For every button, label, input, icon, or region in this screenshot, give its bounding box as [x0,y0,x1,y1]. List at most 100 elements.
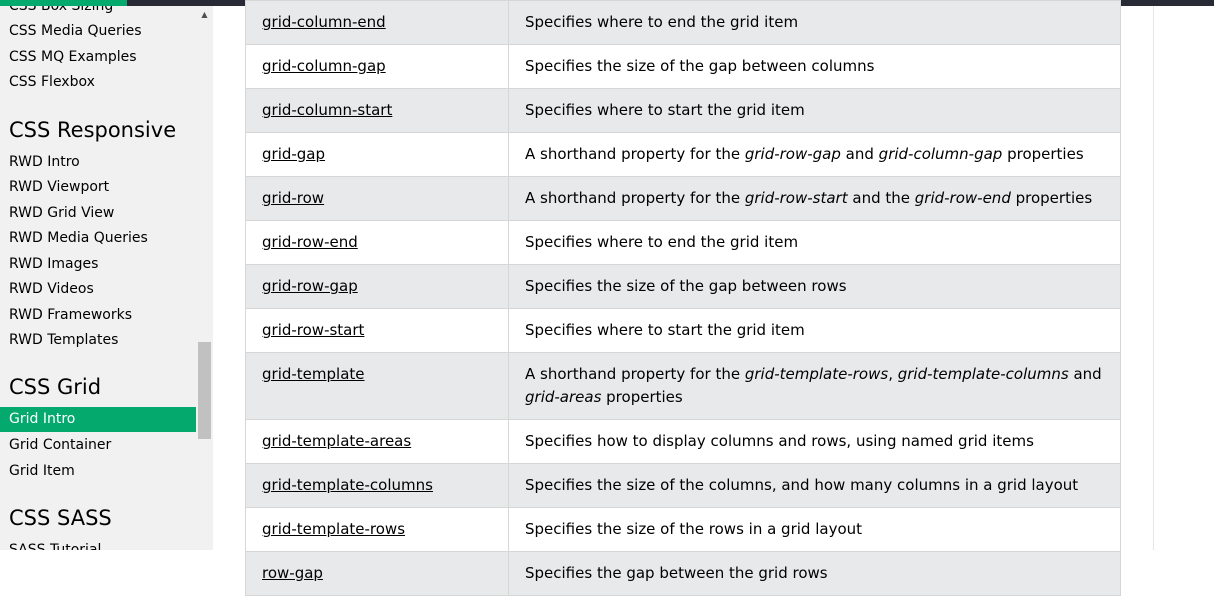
property-link[interactable]: grid-column-start [262,101,392,119]
table-row: grid-row-gap Specifies the size of the ga… [245,264,1121,309]
sidebar-item-sass-tutorial[interactable]: SASS Tutorial [0,538,196,550]
property-cell: grid-template-columns [245,463,509,508]
description-text: Specifies where to start the grid item [525,101,805,119]
sidebar-heading-css-sass: CSS SASS [9,506,112,530]
property-cell: grid-template [245,352,509,420]
grid-properties-table: grid-column-end Specifies where to end th… [245,0,1121,596]
description-text: Specifies where to end the grid item [525,13,799,31]
property-link[interactable]: grid-column-gap [262,57,386,75]
property-cell: grid-column-end [245,0,509,45]
sidebar-scrollbar[interactable]: ▲ [196,6,213,550]
property-link[interactable]: grid-gap [262,145,325,163]
description-text: A shorthand property for the [525,189,745,207]
description-text: properties [1002,145,1084,163]
property-reference: grid-row-start [744,189,848,207]
description-text: Specifies how to display columns and row… [525,432,1034,450]
description-text: Specifies where to end the grid item [525,233,799,251]
description-text: , [888,365,898,383]
description-text: Specifies the size of the rows in a grid… [525,520,863,538]
sidebar: CSS Box Sizing CSS Media Queries CSS MQ … [0,6,196,550]
property-link[interactable]: grid-row-end [262,233,358,251]
property-link[interactable]: grid-template-areas [262,432,411,450]
sidebar-item-rwd-images[interactable]: RWD Images [0,252,196,277]
property-link[interactable]: grid-template [262,365,365,383]
description-cell: Specifies the size of the gap between ro… [508,264,1121,309]
table-row: grid-template-rows Specifies the size of … [245,507,1121,552]
description-text: properties [1010,189,1093,207]
description-cell: Specifies the size of the columns, and h… [508,463,1121,508]
sidebar-item-rwd-frameworks[interactable]: RWD Frameworks [0,303,196,328]
description-cell: A shorthand property for the grid-row-ga… [508,132,1121,177]
property-reference: grid-column-gap [878,145,1003,163]
property-cell: grid-row-end [245,220,509,265]
property-link[interactable]: grid-column-end [262,13,386,31]
description-cell: Specifies where to start the grid item [508,88,1121,133]
description-text: Specifies the size of the gap between co… [525,57,875,75]
sidebar-heading-css-responsive: CSS Responsive [9,118,177,142]
table-row: grid-row-start Specifies where to start t… [245,308,1121,353]
property-link[interactable]: grid-row-start [262,321,364,339]
description-text: and [840,145,879,163]
table-row: grid-column-gap Specifies the size of the… [245,44,1121,89]
property-cell: grid-template-areas [245,419,509,464]
table-row: grid-template-columns Specifies the size … [245,463,1121,508]
sidebar-item-grid-container[interactable]: Grid Container [0,433,196,458]
sidebar-item-css-media-queries[interactable]: CSS Media Queries [0,19,196,44]
description-cell: Specifies the size of the gap between co… [508,44,1121,89]
property-link[interactable]: grid-template-rows [262,520,405,538]
description-text: and [1068,365,1102,383]
table-row: grid-gap A shorthand property for the gri… [245,132,1121,177]
description-cell: A shorthand property for the grid-row-st… [508,176,1121,221]
sidebar-item-rwd-viewport[interactable]: RWD Viewport [0,175,196,200]
table-row: row-gap Specifies the gap between the gri… [245,551,1121,596]
sidebar-item-css-mq-examples[interactable]: CSS MQ Examples [0,45,196,70]
description-cell: Specifies where to end the grid item [508,0,1121,45]
sidebar-item-rwd-grid-view[interactable]: RWD Grid View [0,201,196,226]
property-link[interactable]: grid-row-gap [262,277,358,295]
property-reference: grid-row-gap [744,145,841,163]
description-text: Specifies where to start the grid item [525,321,805,339]
sidebar-item-css-box-sizing[interactable]: CSS Box Sizing [0,6,196,19]
sidebar-item-rwd-intro[interactable]: RWD Intro [0,150,196,175]
property-reference: grid-template-rows [744,365,889,383]
table-row: grid-column-end Specifies where to end th… [245,0,1121,45]
table-row: grid-row-end Specifies where to end the g… [245,220,1121,265]
property-cell: grid-row [245,176,509,221]
sidebar-item-css-flexbox[interactable]: CSS Flexbox [0,70,196,95]
sidebar-item-grid-intro[interactable]: Grid Intro [0,407,196,432]
scrollbar-thumb[interactable] [198,342,211,439]
property-link[interactable]: grid-template-columns [262,476,433,494]
description-text: A shorthand property for the [525,145,745,163]
property-reference: grid-areas [525,388,602,406]
description-text: properties [601,388,683,406]
description-cell: Specifies where to start the grid item [508,308,1121,353]
property-cell: grid-column-gap [245,44,509,89]
description-text: Specifies the size of the columns, and h… [525,476,1079,494]
description-text: A shorthand property for the [525,365,745,383]
sidebar-item-grid-item[interactable]: Grid Item [0,459,196,484]
content-divider [1153,6,1154,550]
scroll-up-arrow-icon[interactable]: ▲ [196,6,213,23]
description-cell: Specifies where to end the grid item [508,220,1121,265]
property-cell: grid-row-gap [245,264,509,309]
sidebar-heading-css-grid: CSS Grid [9,375,102,399]
sidebar-item-rwd-templates[interactable]: RWD Templates [0,328,196,353]
description-cell: Specifies how to display columns and row… [508,419,1121,464]
sidebar-item-rwd-videos[interactable]: RWD Videos [0,277,196,302]
property-link[interactable]: row-gap [262,564,323,582]
description-cell: Specifies the size of the rows in a grid… [508,507,1121,552]
property-link[interactable]: grid-row [262,189,324,207]
sidebar-item-rwd-media-queries[interactable]: RWD Media Queries [0,226,196,251]
property-reference: grid-template-columns [897,365,1069,383]
table-row: grid-template-areas Specifies how to disp… [245,419,1121,464]
property-cell: grid-gap [245,132,509,177]
table-row: grid-template A shorthand property for th… [245,352,1121,420]
property-cell: grid-column-start [245,88,509,133]
description-text: Specifies the size of the gap between ro… [525,277,847,295]
description-cell: A shorthand property for the grid-templa… [508,352,1121,420]
description-cell: Specifies the gap between the grid rows [508,551,1121,596]
description-text: and the [847,189,915,207]
property-cell: grid-row-start [245,308,509,353]
property-reference: grid-row-end [914,189,1011,207]
description-text: Specifies the gap between the grid rows [525,564,828,582]
